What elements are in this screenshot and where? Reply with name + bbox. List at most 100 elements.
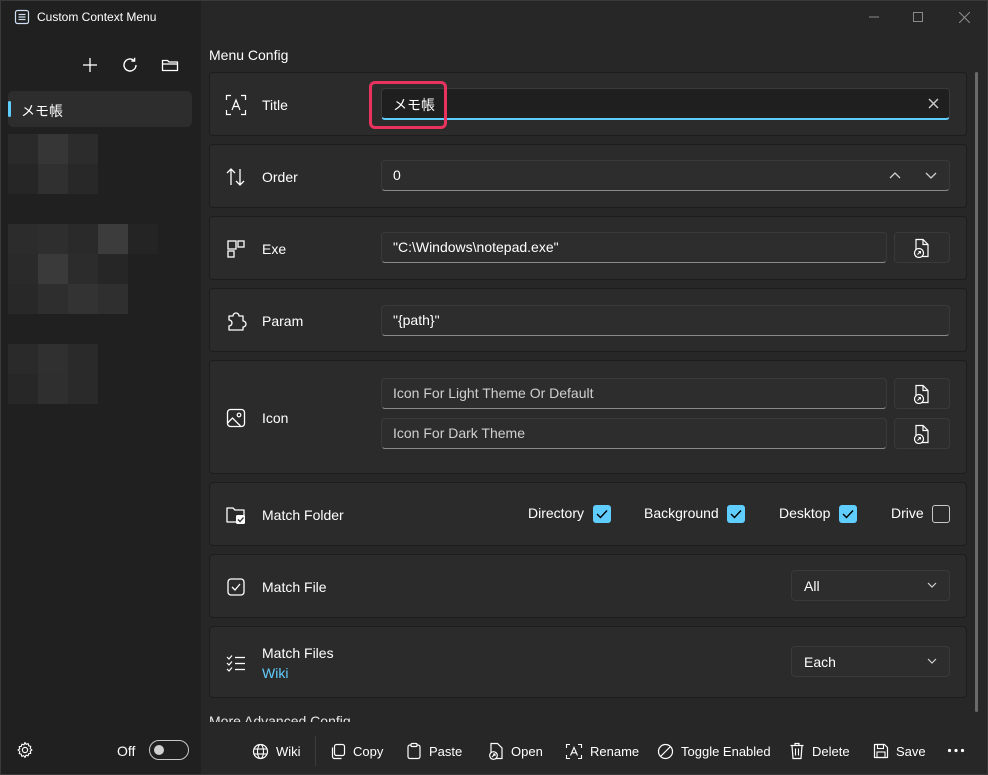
copy-button-label: Copy — [353, 743, 384, 759]
desktop-checkbox[interactable] — [839, 505, 857, 523]
copy-icon — [331, 743, 346, 759]
paste-button[interactable]: Paste — [406, 737, 462, 765]
background-checkbox[interactable] — [727, 505, 745, 523]
directory-label: Directory — [528, 505, 585, 521]
more-options-button[interactable] — [947, 748, 965, 753]
refresh-icon — [123, 57, 137, 72]
exe-input[interactable]: "C:\Windows\notepad.exe" — [381, 232, 887, 263]
chevron-up-icon — [889, 172, 901, 179]
match-file-selected: All — [804, 578, 820, 594]
dark-icon-input[interactable]: Icon For Dark Theme — [381, 418, 887, 449]
checkmark-icon — [596, 510, 608, 519]
app-title: Custom Context Menu — [37, 10, 157, 24]
directory-checkbox[interactable] — [593, 505, 611, 523]
paste-icon — [407, 742, 421, 760]
chevron-down-icon — [927, 582, 937, 588]
chevron-down-icon — [927, 658, 937, 664]
wiki-button-label: Wiki — [276, 743, 301, 759]
copy-button[interactable]: Copy — [330, 737, 383, 765]
maximize-icon — [913, 12, 923, 22]
folder-check-icon — [225, 504, 247, 526]
desktop-label: Desktop — [779, 505, 831, 521]
match-file-dropdown[interactable]: All — [791, 570, 950, 601]
scrollbar[interactable] — [975, 72, 978, 712]
light-icon-browse-button[interactable] — [894, 378, 950, 409]
light-icon-input[interactable]: Icon For Light Theme Or Default — [381, 378, 887, 409]
delete-button[interactable]: Delete — [789, 737, 850, 765]
minimize-icon — [869, 16, 879, 18]
file-link-icon — [913, 424, 929, 444]
open-folder-button[interactable] — [156, 51, 184, 79]
exe-value: "C:\Windows\notepad.exe" — [393, 239, 559, 255]
block-icon — [657, 743, 674, 759]
refresh-button[interactable] — [116, 51, 144, 79]
order-number-box[interactable]: 0 — [381, 160, 950, 191]
open-button-label: Open — [511, 743, 543, 759]
rename-icon — [565, 743, 583, 759]
paste-button-label: Paste — [429, 743, 463, 759]
match-files-selected: Each — [804, 654, 836, 670]
add-button[interactable] — [76, 51, 104, 79]
wiki-link[interactable]: Wiki — [262, 665, 288, 681]
exe-browse-button[interactable] — [894, 232, 950, 263]
file-link-icon — [913, 238, 929, 258]
decrement-button[interactable] — [925, 172, 937, 180]
app-grid-icon — [225, 238, 247, 260]
gear-icon — [17, 741, 33, 759]
exe-label: Exe — [262, 241, 287, 257]
minimize-button[interactable] — [856, 1, 892, 33]
trash-icon — [790, 742, 804, 760]
selection-indicator — [8, 101, 11, 117]
light-icon-placeholder: Icon For Light Theme Or Default — [393, 385, 594, 401]
param-value: "{path}" — [393, 312, 440, 328]
image-icon — [225, 407, 247, 429]
order-label: Order — [262, 169, 298, 185]
save-button[interactable]: Save — [873, 737, 926, 765]
add-icon — [83, 58, 97, 72]
drive-checkbox[interactable] — [932, 505, 950, 523]
delete-button-label: Delete — [812, 743, 850, 759]
param-label: Param — [262, 313, 304, 329]
title-label: Title — [262, 97, 288, 113]
checkmark-icon — [730, 510, 742, 519]
maximize-button[interactable] — [900, 1, 936, 33]
rename-icon — [225, 94, 247, 116]
sidebar-item-selected[interactable]: メモ帳 — [8, 91, 192, 127]
match-files-dropdown[interactable]: Each — [791, 646, 950, 677]
dark-icon-placeholder: Icon For Dark Theme — [393, 425, 526, 441]
icon-label: Icon — [262, 410, 289, 426]
sort-icon — [225, 166, 247, 188]
save-button-label: Save — [896, 743, 926, 759]
section-title: Menu Config — [209, 47, 289, 63]
order-value: 0 — [393, 167, 401, 183]
dark-icon-browse-button[interactable] — [894, 418, 950, 449]
clear-icon[interactable] — [928, 98, 939, 109]
toggle-enabled-button-label: Toggle Enabled — [681, 743, 771, 759]
drive-label: Drive — [891, 505, 924, 521]
rename-button[interactable]: Rename — [565, 737, 639, 765]
settings-button[interactable] — [16, 741, 34, 759]
app-icon — [14, 9, 30, 25]
save-icon — [873, 743, 889, 759]
puzzle-icon — [225, 310, 247, 332]
toggle-knob — [154, 745, 164, 755]
title-input[interactable]: メモ帳 — [381, 88, 950, 120]
next-section-title: More Advanced Config — [209, 714, 351, 722]
more-icon — [947, 748, 965, 753]
open-button[interactable]: Open — [488, 737, 543, 765]
checklist-icon — [225, 652, 247, 674]
open-file-icon — [489, 742, 503, 760]
highlight-box — [369, 81, 447, 129]
checkbox-icon — [225, 576, 247, 598]
folder-icon — [161, 59, 179, 72]
param-input[interactable]: "{path}" — [381, 305, 950, 336]
close-button[interactable] — [946, 1, 982, 33]
toggle-enabled-button[interactable]: Toggle Enabled — [657, 737, 771, 765]
wiki-button[interactable]: Wiki — [252, 737, 301, 765]
increment-button[interactable] — [889, 171, 901, 179]
match-file-label: Match File — [262, 579, 327, 595]
rename-button-label: Rename — [590, 743, 640, 759]
toolbar-divider — [315, 736, 316, 766]
match-folder-label: Match Folder — [262, 507, 344, 523]
enable-toggle[interactable] — [149, 740, 189, 760]
